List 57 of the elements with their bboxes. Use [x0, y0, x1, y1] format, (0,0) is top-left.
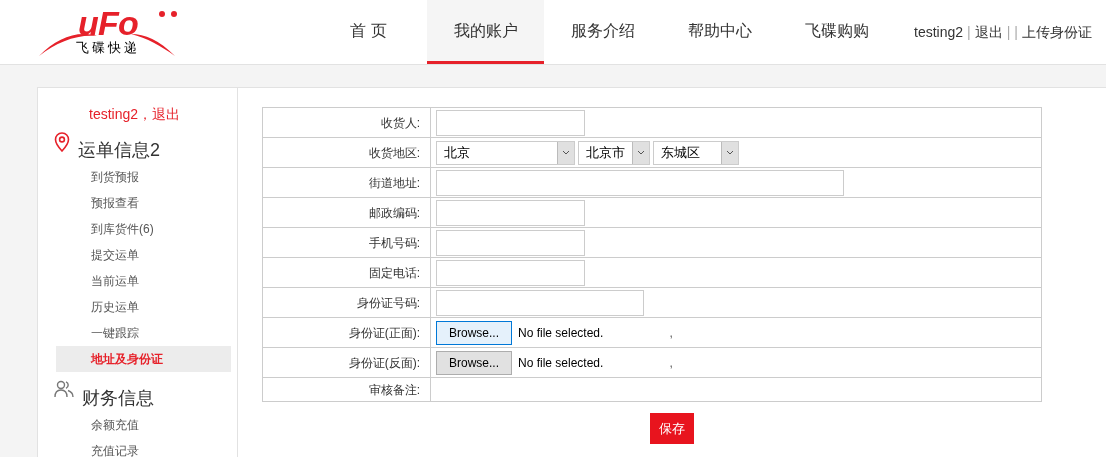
nav-tab[interactable]: 飞碟购购: [778, 0, 895, 64]
sidebar-item[interactable]: 充值记录: [56, 438, 231, 457]
field-label: 身份证(正面):: [348, 325, 420, 340]
field-label: 身份证(反面):: [348, 355, 420, 370]
field-label: 身份证号码:: [356, 295, 420, 310]
sidebar-item[interactable]: 历史运单: [56, 294, 231, 320]
browse-button[interactable]: Browse...: [436, 350, 512, 375]
sidebar-item[interactable]: 到货预报: [56, 164, 231, 190]
sidebar-item[interactable]: 预报查看: [56, 190, 231, 216]
field-label: 固定电话:: [368, 265, 420, 280]
nav-tab[interactable]: 首 页: [310, 0, 427, 64]
caret-icon: [562, 150, 570, 155]
nav-tab[interactable]: 我的账户: [427, 0, 544, 64]
text-field[interactable]: [436, 259, 585, 286]
logo-name: 飞碟快递: [76, 40, 140, 56]
field-label: 手机号码:: [368, 235, 420, 250]
separator: |: [967, 22, 971, 42]
users-icon: [54, 380, 74, 398]
browse-button[interactable]: Browse...: [436, 320, 512, 345]
section-title: 财务信息: [82, 387, 154, 410]
dropdown[interactable]: 东城区: [653, 140, 739, 165]
user-logout-link[interactable]: testing2，退出: [89, 104, 237, 124]
file-status: No file selected.: [518, 324, 604, 342]
comma: ,: [669, 354, 673, 372]
section-title: 运单信息2: [78, 139, 160, 162]
sidebar-item[interactable]: 到库货件(6): [56, 216, 231, 242]
comma: ,: [669, 324, 673, 342]
location-pin-icon: [54, 132, 70, 152]
text-field[interactable]: [436, 109, 585, 136]
sidebar-item[interactable]: 当前运单: [56, 268, 231, 294]
sidebar-item[interactable]: 余额充值: [56, 412, 231, 438]
save-button[interactable]: 保存: [650, 413, 694, 444]
separator: |: [1006, 22, 1011, 42]
dropdown[interactable]: 北京市: [578, 140, 650, 165]
field-label: 收货人:: [380, 115, 420, 130]
header-link[interactable]: 上传身份证: [1022, 21, 1092, 43]
caret-icon: [637, 150, 645, 155]
separator: |: [1014, 22, 1018, 42]
file-status: No file selected.: [518, 354, 604, 372]
field-label: 审核备注:: [368, 382, 420, 397]
sidebar-item[interactable]: 一键跟踪: [56, 320, 231, 346]
header-link[interactable]: testing2: [914, 21, 964, 43]
field-label: 邮政编码:: [368, 205, 420, 220]
text-field[interactable]: [436, 169, 844, 196]
text-field[interactable]: [436, 289, 644, 316]
dropdown[interactable]: 北京: [436, 140, 575, 165]
text-field[interactable]: [436, 199, 585, 226]
nav-tab[interactable]: 服务介绍: [544, 0, 661, 64]
nav-tab[interactable]: 帮助中心: [661, 0, 778, 64]
header-link[interactable]: 退出: [974, 21, 1003, 43]
sidebar-item[interactable]: 地址及身份证: [56, 346, 231, 372]
field-label: 收货地区:: [368, 145, 420, 160]
logo-mark: uFo: [78, 6, 138, 40]
text-field[interactable]: [436, 229, 585, 256]
field-label: 街道地址:: [368, 175, 420, 190]
caret-icon: [726, 150, 734, 155]
sidebar-item[interactable]: 提交运单: [56, 242, 231, 268]
